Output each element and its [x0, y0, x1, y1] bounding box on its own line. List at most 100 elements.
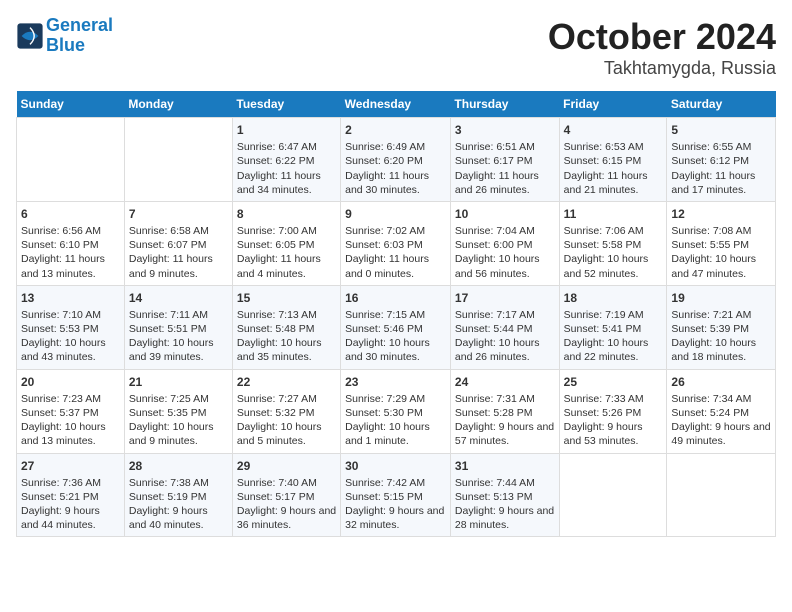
daylight-text: Daylight: 11 hours and 4 minutes. — [237, 252, 336, 280]
daylight-text: Daylight: 10 hours and 26 minutes. — [455, 336, 555, 364]
day-number: 19 — [671, 290, 771, 306]
day-number: 3 — [455, 122, 555, 138]
header-row: SundayMondayTuesdayWednesdayThursdayFrid… — [17, 91, 776, 118]
sunrise-text: Sunrise: 7:06 AM — [564, 224, 663, 238]
sunset-text: Sunset: 5:17 PM — [237, 490, 336, 504]
day-number: 8 — [237, 206, 336, 222]
sunrise-text: Sunrise: 7:42 AM — [345, 476, 446, 490]
day-number: 18 — [564, 290, 663, 306]
sunset-text: Sunset: 6:03 PM — [345, 238, 446, 252]
day-cell: 14Sunrise: 7:11 AMSunset: 5:51 PMDayligh… — [124, 285, 232, 369]
daylight-text: Daylight: 10 hours and 13 minutes. — [21, 420, 120, 448]
sunrise-text: Sunrise: 7:17 AM — [455, 308, 555, 322]
day-number: 13 — [21, 290, 120, 306]
sunrise-text: Sunrise: 6:51 AM — [455, 140, 555, 154]
sunset-text: Sunset: 5:41 PM — [564, 322, 663, 336]
title-block: October 2024 Takhtamygda, Russia — [548, 16, 776, 79]
header-cell-sunday: Sunday — [17, 91, 125, 118]
daylight-text: Daylight: 9 hours and 32 minutes. — [345, 504, 446, 532]
day-number: 31 — [455, 458, 555, 474]
header-cell-thursday: Thursday — [450, 91, 559, 118]
day-cell: 27Sunrise: 7:36 AMSunset: 5:21 PMDayligh… — [17, 453, 125, 537]
sunrise-text: Sunrise: 7:15 AM — [345, 308, 446, 322]
sunset-text: Sunset: 5:51 PM — [129, 322, 228, 336]
day-number: 25 — [564, 374, 663, 390]
daylight-text: Daylight: 11 hours and 26 minutes. — [455, 169, 555, 197]
daylight-text: Daylight: 10 hours and 47 minutes. — [671, 252, 771, 280]
logo-text: General Blue — [46, 16, 113, 56]
sunset-text: Sunset: 5:55 PM — [671, 238, 771, 252]
day-cell: 20Sunrise: 7:23 AMSunset: 5:37 PMDayligh… — [17, 369, 125, 453]
sunrise-text: Sunrise: 7:08 AM — [671, 224, 771, 238]
day-cell: 2Sunrise: 6:49 AMSunset: 6:20 PMDaylight… — [341, 118, 451, 202]
sunrise-text: Sunrise: 7:04 AM — [455, 224, 555, 238]
header-cell-friday: Friday — [559, 91, 667, 118]
week-row-4: 20Sunrise: 7:23 AMSunset: 5:37 PMDayligh… — [17, 369, 776, 453]
day-cell: 30Sunrise: 7:42 AMSunset: 5:15 PMDayligh… — [341, 453, 451, 537]
day-cell: 22Sunrise: 7:27 AMSunset: 5:32 PMDayligh… — [232, 369, 340, 453]
day-cell: 26Sunrise: 7:34 AMSunset: 5:24 PMDayligh… — [667, 369, 776, 453]
header-cell-wednesday: Wednesday — [341, 91, 451, 118]
week-row-5: 27Sunrise: 7:36 AMSunset: 5:21 PMDayligh… — [17, 453, 776, 537]
daylight-text: Daylight: 11 hours and 34 minutes. — [237, 169, 336, 197]
daylight-text: Daylight: 10 hours and 30 minutes. — [345, 336, 446, 364]
sunset-text: Sunset: 5:39 PM — [671, 322, 771, 336]
sunrise-text: Sunrise: 7:10 AM — [21, 308, 120, 322]
sunset-text: Sunset: 5:53 PM — [21, 322, 120, 336]
day-cell: 19Sunrise: 7:21 AMSunset: 5:39 PMDayligh… — [667, 285, 776, 369]
daylight-text: Daylight: 10 hours and 5 minutes. — [237, 420, 336, 448]
daylight-text: Daylight: 10 hours and 56 minutes. — [455, 252, 555, 280]
day-cell — [559, 453, 667, 537]
day-cell: 3Sunrise: 6:51 AMSunset: 6:17 PMDaylight… — [450, 118, 559, 202]
logo-icon — [16, 22, 44, 50]
sunset-text: Sunset: 5:44 PM — [455, 322, 555, 336]
sunset-text: Sunset: 5:58 PM — [564, 238, 663, 252]
day-cell: 15Sunrise: 7:13 AMSunset: 5:48 PMDayligh… — [232, 285, 340, 369]
daylight-text: Daylight: 11 hours and 17 minutes. — [671, 169, 771, 197]
sunset-text: Sunset: 6:22 PM — [237, 154, 336, 168]
sunrise-text: Sunrise: 7:02 AM — [345, 224, 446, 238]
daylight-text: Daylight: 9 hours and 28 minutes. — [455, 504, 555, 532]
sunrise-text: Sunrise: 7:31 AM — [455, 392, 555, 406]
daylight-text: Daylight: 9 hours and 44 minutes. — [21, 504, 120, 532]
day-number: 27 — [21, 458, 120, 474]
sunrise-text: Sunrise: 6:56 AM — [21, 224, 120, 238]
header-cell-monday: Monday — [124, 91, 232, 118]
day-number: 30 — [345, 458, 446, 474]
sunset-text: Sunset: 5:13 PM — [455, 490, 555, 504]
week-row-1: 1Sunrise: 6:47 AMSunset: 6:22 PMDaylight… — [17, 118, 776, 202]
sunrise-text: Sunrise: 6:53 AM — [564, 140, 663, 154]
day-cell: 6Sunrise: 6:56 AMSunset: 6:10 PMDaylight… — [17, 201, 125, 285]
day-cell — [124, 118, 232, 202]
sunset-text: Sunset: 6:10 PM — [21, 238, 120, 252]
day-number: 15 — [237, 290, 336, 306]
daylight-text: Daylight: 11 hours and 30 minutes. — [345, 169, 446, 197]
day-number: 21 — [129, 374, 228, 390]
day-cell: 16Sunrise: 7:15 AMSunset: 5:46 PMDayligh… — [341, 285, 451, 369]
sunset-text: Sunset: 5:30 PM — [345, 406, 446, 420]
day-cell: 1Sunrise: 6:47 AMSunset: 6:22 PMDaylight… — [232, 118, 340, 202]
daylight-text: Daylight: 9 hours and 57 minutes. — [455, 420, 555, 448]
daylight-text: Daylight: 9 hours and 40 minutes. — [129, 504, 228, 532]
day-cell: 12Sunrise: 7:08 AMSunset: 5:55 PMDayligh… — [667, 201, 776, 285]
sunrise-text: Sunrise: 6:47 AM — [237, 140, 336, 154]
header-cell-saturday: Saturday — [667, 91, 776, 118]
day-cell: 18Sunrise: 7:19 AMSunset: 5:41 PMDayligh… — [559, 285, 667, 369]
sunrise-text: Sunrise: 7:36 AM — [21, 476, 120, 490]
day-cell — [17, 118, 125, 202]
daylight-text: Daylight: 11 hours and 13 minutes. — [21, 252, 120, 280]
daylight-text: Daylight: 11 hours and 21 minutes. — [564, 169, 663, 197]
sunrise-text: Sunrise: 7:44 AM — [455, 476, 555, 490]
day-number: 14 — [129, 290, 228, 306]
sunset-text: Sunset: 6:20 PM — [345, 154, 446, 168]
day-number: 20 — [21, 374, 120, 390]
daylight-text: Daylight: 10 hours and 9 minutes. — [129, 420, 228, 448]
sunrise-text: Sunrise: 7:33 AM — [564, 392, 663, 406]
daylight-text: Daylight: 10 hours and 52 minutes. — [564, 252, 663, 280]
calendar-table: SundayMondayTuesdayWednesdayThursdayFrid… — [16, 91, 776, 537]
sunset-text: Sunset: 5:46 PM — [345, 322, 446, 336]
daylight-text: Daylight: 11 hours and 0 minutes. — [345, 252, 446, 280]
daylight-text: Daylight: 10 hours and 22 minutes. — [564, 336, 663, 364]
sunset-text: Sunset: 5:26 PM — [564, 406, 663, 420]
day-number: 23 — [345, 374, 446, 390]
